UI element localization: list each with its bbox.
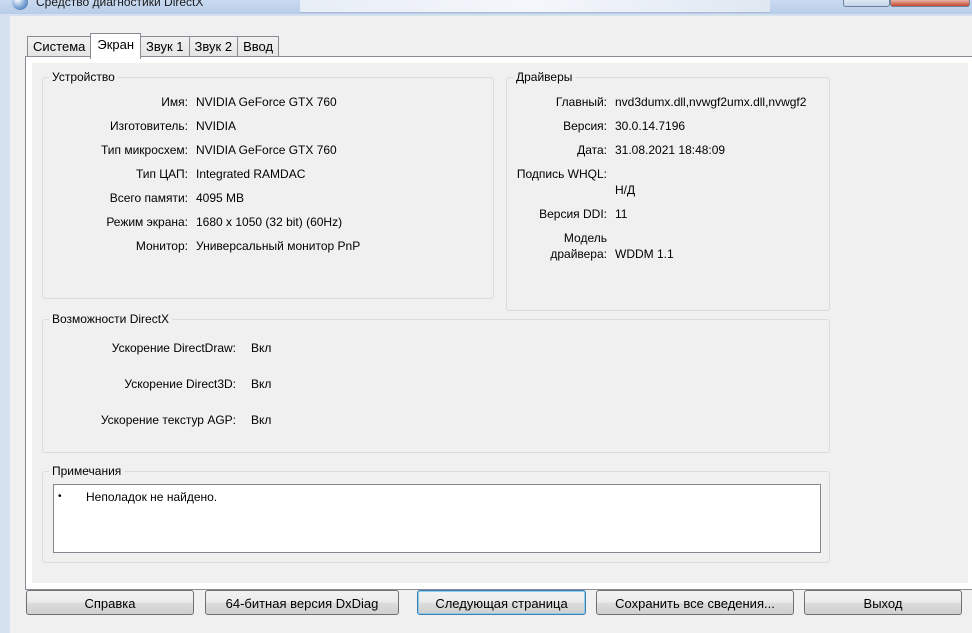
agp-texture-accel-value: Вкл [251,413,272,427]
device-group: Устройство Имя: NVIDIA GeForce GTX 760 И… [42,70,494,299]
directdraw-accel-label: Ускорение DirectDraw: [111,341,236,355]
title-bar: Средство диагностики DirectX [0,0,972,14]
notes-group: Примечания • Неполадок не найдено. [42,464,830,563]
notes-group-title: Примечания [49,464,125,478]
device-display-mode-label: Режим экрана: [106,215,188,229]
drivers-group-title: Драйверы [513,70,576,84]
dxdiag-64bit-button[interactable]: 64-битная версия DxDiag [205,590,399,615]
device-display-mode-value: 1680 x 1050 (32 bit) (60Hz) [196,215,343,229]
window-title: Средство диагностики DirectX [36,0,204,9]
title-bar-blur [300,0,770,13]
directx-features-title: Возможности DirectX [49,312,173,326]
device-group-title: Устройство [49,70,118,84]
tab-strip: Система Экран Звук 1 Звук 2 Ввод [27,33,280,59]
driver-main-label: Главный: [555,95,607,109]
device-manufacturer-label: Изготовитель: [110,119,188,133]
driver-model-label-line2: драйвера: [550,247,607,261]
device-dac-type-value: Integrated RAMDAC [196,167,306,181]
exit-button[interactable]: Выход [804,590,962,615]
directdraw-accel-value: Вкл [251,341,272,355]
device-monitor-value: Универсальный монитор PnP [196,239,361,253]
driver-date-label: Дата: [577,143,607,157]
notes-text: Неполадок не найдено. [86,490,218,504]
driver-main-value: nvd3dumx.dll,nvwgf2umx.dll,nvwgf2 [615,95,807,109]
save-all-info-button[interactable]: Сохранить все сведения... [596,590,794,615]
directx-features-group: Возможности DirectX Ускорение DirectDraw… [42,312,830,453]
direct3d-accel-label: Ускорение Direct3D: [124,377,236,391]
tab-system[interactable]: Система [27,36,92,58]
next-page-button[interactable]: Следующая страница [417,590,586,615]
device-name-label: Имя: [161,95,188,109]
driver-date-value: 31.08.2021 18:48:09 [615,143,726,157]
device-name-value: NVIDIA GeForce GTX 760 [196,95,337,109]
driver-version-value: 30.0.14.7196 [615,119,686,133]
driver-ddi-value: 11 [615,207,628,221]
device-manufacturer-value: NVIDIA [196,119,237,133]
help-button[interactable]: Справка [26,590,194,615]
tab-sound-1[interactable]: Звук 1 [140,36,190,58]
tab-panel-content: Устройство Имя: NVIDIA GeForce GTX 760 И… [32,63,968,583]
device-memory-value: 4095 MB [196,191,245,205]
driver-model-value: WDDM 1.1 [615,247,674,261]
tab-input[interactable]: Ввод [237,36,280,58]
device-chip-type-value: NVIDIA GeForce GTX 760 [196,143,337,157]
maximize-button[interactable] [843,0,890,7]
agp-texture-accel-label: Ускорение текстур AGP: [100,413,236,427]
window-frame: Система Экран Звук 1 Звук 2 Ввод Устройс… [0,14,972,633]
notes-textbox[interactable]: • Неполадок не найдено. [53,484,821,553]
driver-version-label: Версия: [563,119,607,133]
driver-ddi-label: Версия DDI: [539,207,607,221]
device-chip-type-label: Тип микросхем: [100,143,188,157]
driver-whql-value: Н/Д [615,183,636,197]
tab-sound-2[interactable]: Звук 2 [188,36,239,58]
dxdiag-app-icon [12,0,28,10]
notes-bullet: • [58,491,62,502]
driver-whql-label: Подпись WHQL: [516,167,607,181]
drivers-group: Драйверы Главный: nvd3dumx.dll,nvwgf2umx… [506,70,830,311]
direct3d-accel-value: Вкл [251,377,272,391]
device-memory-label: Всего памяти: [109,191,188,205]
tab-panel-display: Устройство Имя: NVIDIA GeForce GTX 760 И… [25,56,972,590]
close-button[interactable] [890,0,970,7]
device-dac-type-label: Тип ЦАП: [135,167,188,181]
device-monitor-label: Монитор: [135,239,188,253]
driver-model-label-line1: Модель [563,231,607,245]
window-client: Система Экран Звук 1 Звук 2 Ввод Устройс… [10,16,972,633]
tab-display[interactable]: Экран [90,33,142,59]
